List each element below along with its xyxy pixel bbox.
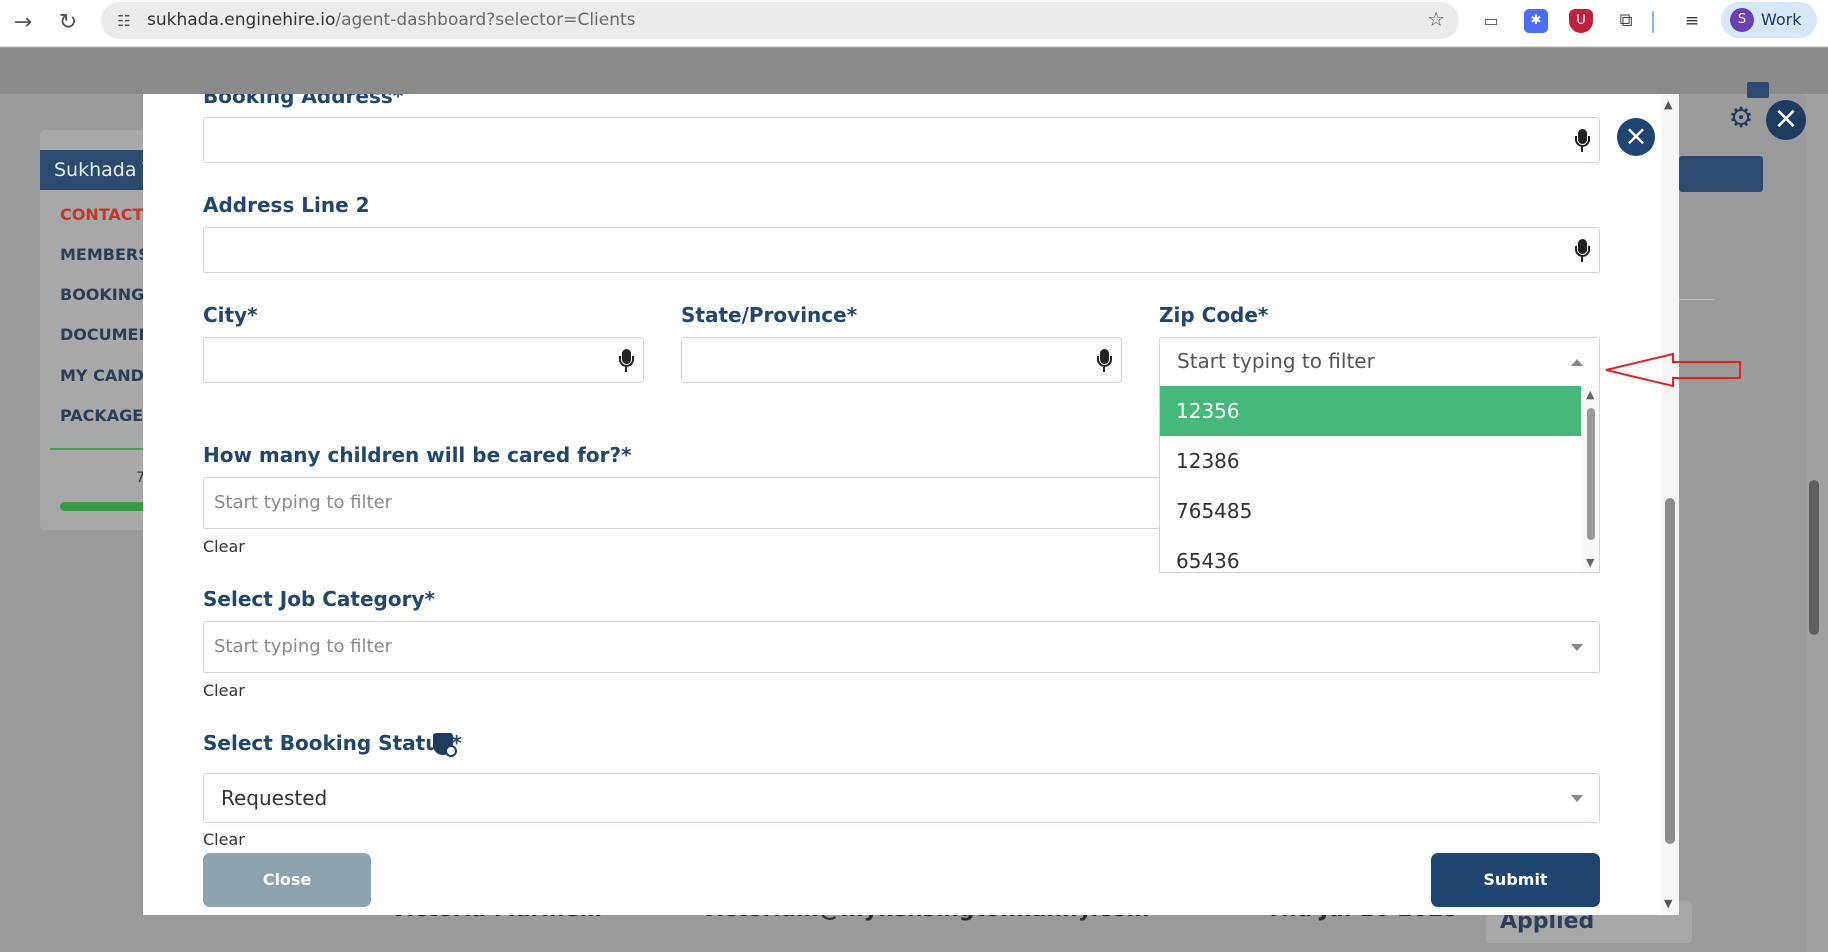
clear-job-category-link[interactable]: Clear bbox=[203, 681, 245, 700]
state-label: State/Province* bbox=[681, 303, 858, 327]
sidebar-title: Sukhada T bbox=[40, 150, 150, 190]
bookmark-star-icon[interactable]: ☆ bbox=[1427, 7, 1445, 31]
zip-option[interactable]: 65436 bbox=[1160, 536, 1581, 572]
booking-status-value: Requested bbox=[221, 786, 328, 810]
sidebar-divider bbox=[50, 448, 150, 450]
puzzle-icon[interactable]: ⧉ bbox=[1614, 9, 1638, 33]
modal-scrollbar-thumb[interactable] bbox=[1665, 498, 1675, 844]
annotation-arrow-icon bbox=[1605, 352, 1741, 388]
address-line2-input[interactable] bbox=[203, 227, 1600, 273]
microphone-icon[interactable] bbox=[1575, 239, 1590, 263]
shield-info-icon[interactable] bbox=[433, 733, 457, 759]
extension-icon[interactable]: ✱ bbox=[1524, 9, 1548, 33]
booking-address-label: Booking Address* bbox=[203, 94, 404, 108]
sidebar-item-candidates[interactable]: MY CANDIE bbox=[60, 366, 150, 385]
reload-icon[interactable]: ↻ bbox=[51, 6, 85, 40]
progress-bar bbox=[60, 502, 150, 511]
dropdown-scroll-up-arrow[interactable]: ▲ bbox=[1586, 388, 1594, 401]
close-icon[interactable]: × bbox=[1766, 100, 1806, 140]
address-line2-label: Address Line 2 bbox=[203, 193, 370, 217]
separator bbox=[1652, 11, 1654, 33]
job-category-placeholder: Start typing to filter bbox=[214, 636, 393, 657]
browser-toolbar: → ↻ ☷ sukhada.enginehire.io/agent-dashbo… bbox=[0, 0, 1828, 47]
right-header-strip bbox=[1679, 156, 1763, 192]
clear-children-link[interactable]: Clear bbox=[203, 537, 245, 556]
scroll-up-arrow[interactable]: ▲ bbox=[1664, 98, 1672, 111]
app-header bbox=[0, 48, 1828, 94]
chevron-down-icon[interactable] bbox=[1571, 795, 1583, 802]
sidebar-item-documents[interactable]: DOCUMEN bbox=[60, 325, 150, 344]
dropdown-scrollbar-thumb[interactable] bbox=[1587, 408, 1595, 540]
state-input[interactable] bbox=[681, 337, 1122, 383]
submit-button[interactable]: Submit bbox=[1431, 853, 1600, 907]
zip-placeholder: Start typing to filter bbox=[1177, 349, 1375, 373]
job-category-label: Select Job Category* bbox=[203, 587, 435, 611]
zip-option[interactable]: 12356 bbox=[1160, 386, 1581, 436]
address-bar[interactable]: ☷ sukhada.enginehire.io/agent-dashboard?… bbox=[101, 2, 1459, 39]
sidebar-item-membership[interactable]: MEMBERSH bbox=[60, 245, 150, 264]
chevron-up-icon[interactable] bbox=[1571, 359, 1583, 366]
calendar-icon[interactable] bbox=[1747, 82, 1769, 98]
sidebar-item-contact[interactable]: CONTACT I bbox=[60, 205, 150, 224]
microphone-icon[interactable] bbox=[619, 349, 634, 373]
microphone-icon[interactable] bbox=[1575, 129, 1590, 153]
cast-icon[interactable]: ▭ bbox=[1479, 9, 1503, 33]
avatar: S bbox=[1730, 8, 1754, 32]
zip-label: Zip Code* bbox=[1159, 303, 1269, 327]
zip-dropdown-list: 12356 12386 765485 65436 ▲ ▼ bbox=[1159, 386, 1600, 573]
zip-option[interactable]: 12386 bbox=[1160, 436, 1581, 486]
url-path: /agent-dashboard?selector=Clients bbox=[335, 10, 636, 30]
city-label: City* bbox=[203, 303, 258, 327]
dropdown-scroll-down-arrow[interactable]: ▼ bbox=[1586, 556, 1594, 569]
zip-select[interactable]: Start typing to filter bbox=[1159, 337, 1600, 387]
site-settings-icon[interactable]: ☷ bbox=[113, 10, 135, 32]
reading-list-icon[interactable]: ≡ bbox=[1680, 9, 1704, 33]
forward-icon[interactable]: → bbox=[6, 6, 40, 40]
clear-booking-status-link[interactable]: Clear bbox=[203, 830, 245, 849]
booking-status-label: Select Booking Status* bbox=[203, 731, 462, 755]
booking-address-input[interactable] bbox=[203, 117, 1600, 163]
microphone-icon[interactable] bbox=[1097, 349, 1112, 373]
booking-status-select[interactable]: Requested bbox=[203, 773, 1600, 823]
children-label: How many children will be cared for?* bbox=[203, 443, 632, 467]
scroll-down-arrow[interactable]: ▼ bbox=[1664, 897, 1672, 910]
sidebar-item-bookings[interactable]: BOOKINGS bbox=[60, 285, 150, 304]
children-placeholder: Start typing to filter bbox=[214, 492, 393, 513]
children-select[interactable]: Start typing to filter bbox=[203, 477, 1160, 529]
url-text[interactable]: sukhada.enginehire.io/agent-dashboard?se… bbox=[147, 10, 636, 30]
chevron-down-icon[interactable] bbox=[1571, 644, 1583, 651]
modal-close-icon[interactable]: × bbox=[1617, 118, 1655, 156]
profile-label: Work bbox=[1761, 10, 1802, 29]
profile-button[interactable]: S Work bbox=[1721, 2, 1817, 38]
gear-icon[interactable]: ⚙ bbox=[1726, 103, 1756, 133]
sidebar-item-packages[interactable]: PACKAGE S bbox=[60, 406, 150, 425]
booking-modal: ▲ ▼ × Booking Address* Address Line 2 Ci… bbox=[143, 94, 1679, 915]
page-scrollbar-thumb[interactable] bbox=[1809, 480, 1819, 635]
city-input[interactable] bbox=[203, 337, 644, 383]
ublock-icon[interactable]: U bbox=[1569, 9, 1593, 33]
right-divider bbox=[1679, 299, 1715, 300]
url-host: sukhada.enginehire.io bbox=[147, 10, 336, 30]
job-category-select[interactable]: Start typing to filter bbox=[203, 621, 1600, 673]
close-button[interactable]: Close bbox=[203, 853, 371, 907]
zip-option[interactable]: 765485 bbox=[1160, 486, 1581, 536]
